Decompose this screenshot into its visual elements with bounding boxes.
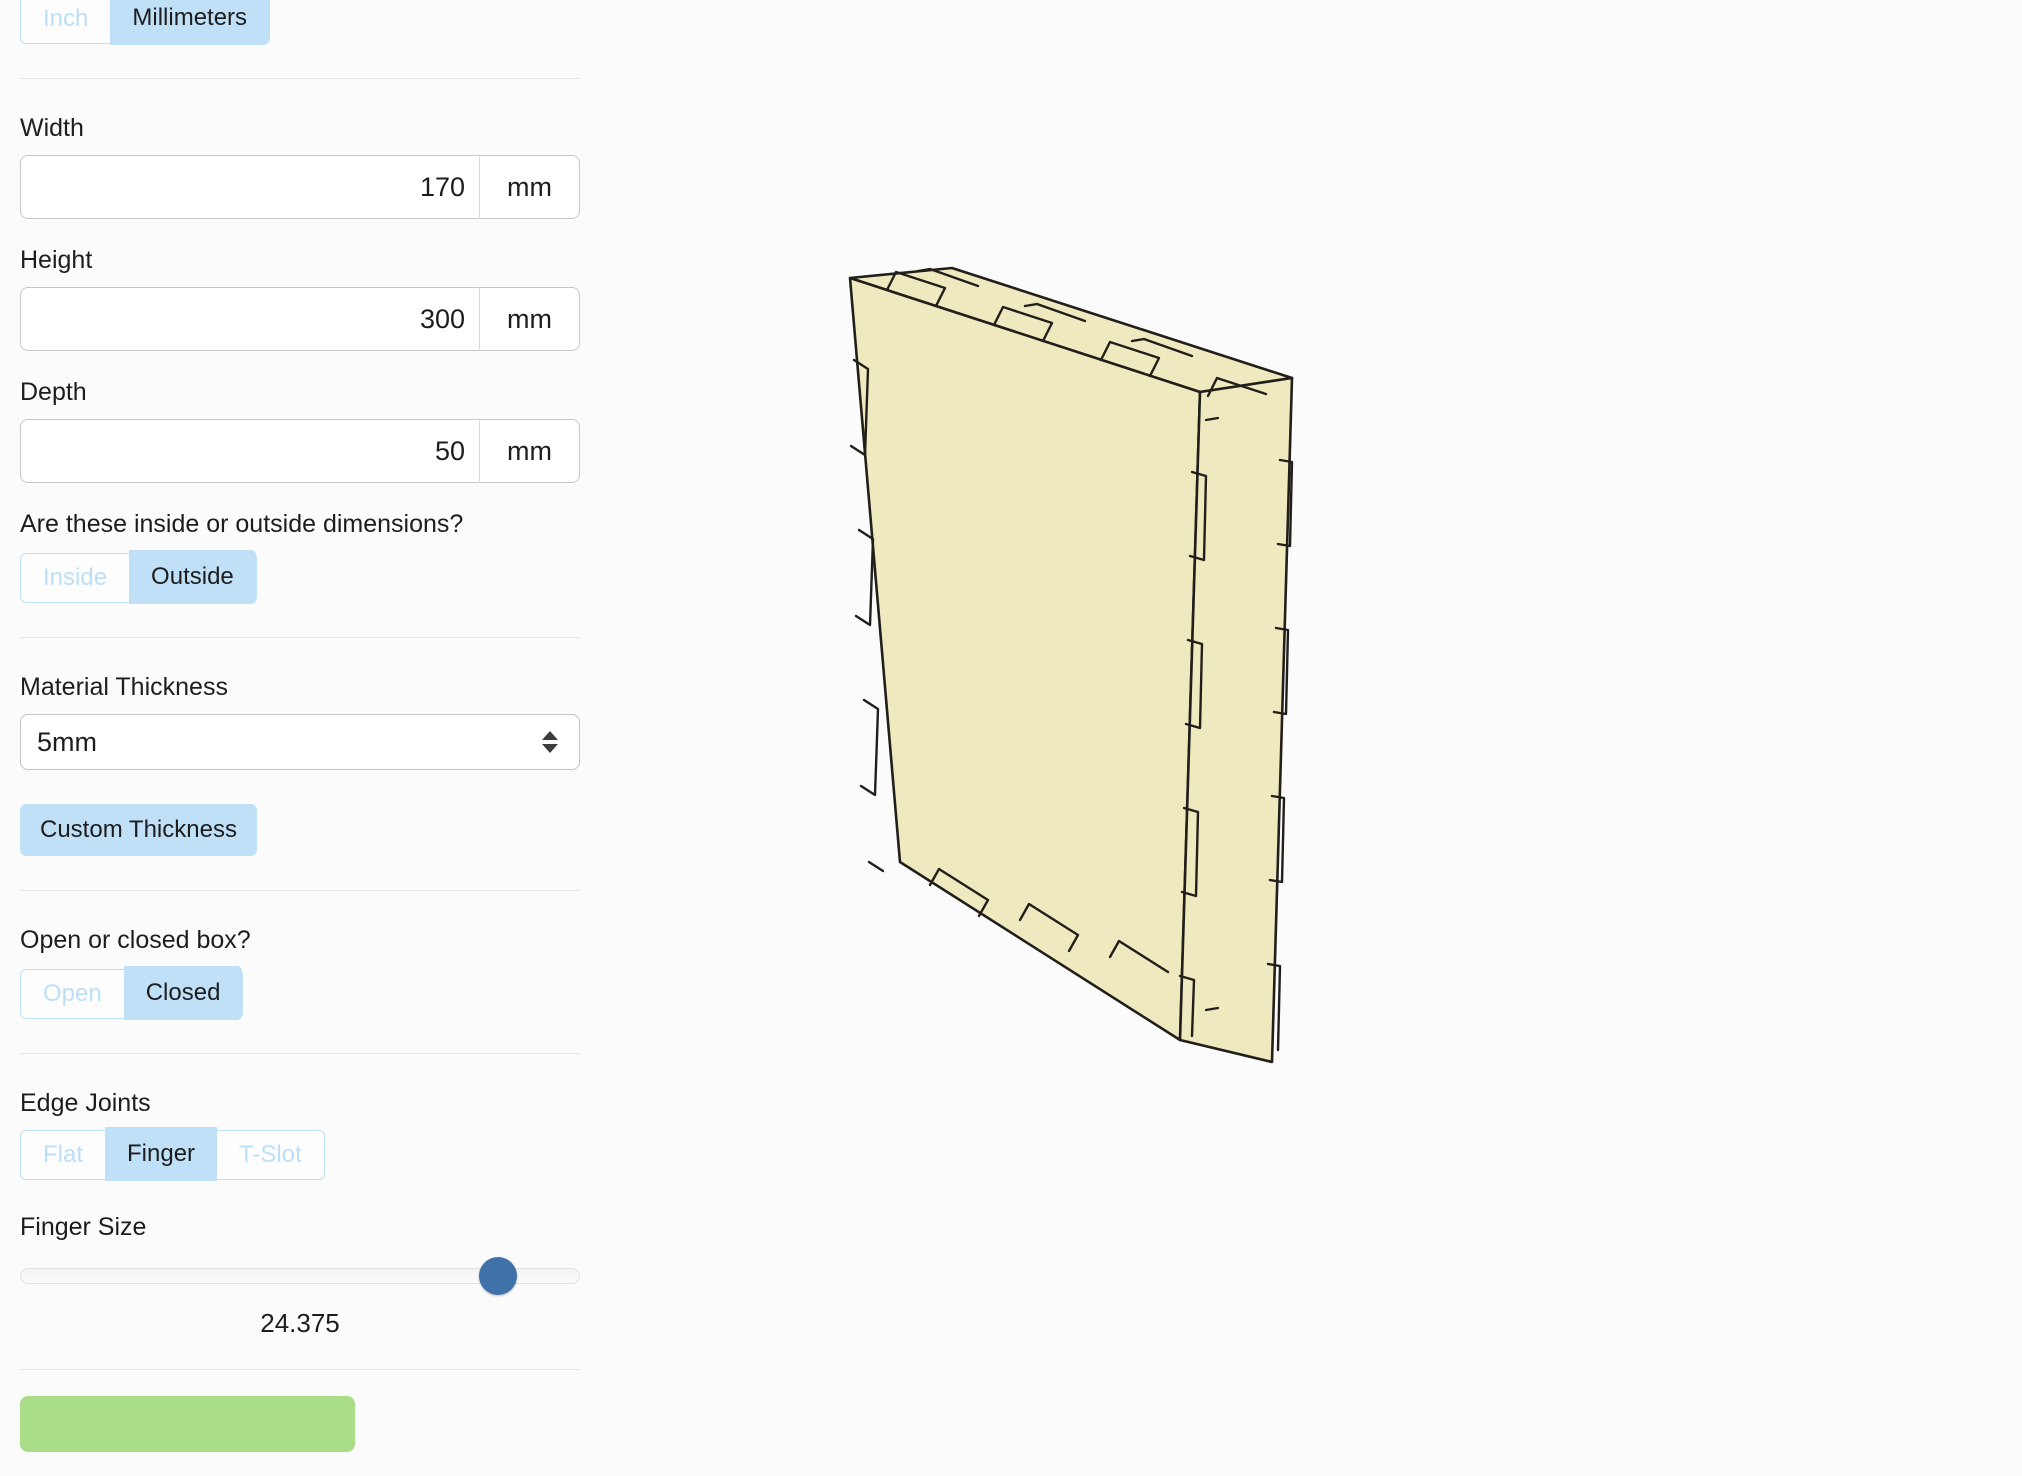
divider-units — [20, 78, 580, 79]
custom-thickness-button[interactable]: Custom Thickness — [20, 804, 257, 856]
material-thickness-label: Material Thickness — [20, 673, 228, 701]
box-face-front — [848, 276, 1202, 1042]
units-option-inch[interactable]: Inch — [21, 0, 110, 43]
finger-size-slider[interactable] — [20, 1254, 580, 1300]
open-closed-option-closed[interactable]: Closed — [123, 966, 243, 1020]
box-face-side — [1178, 376, 1294, 1064]
divider-open-closed — [20, 1053, 580, 1054]
edge-joints-option-finger[interactable]: Finger — [105, 1127, 218, 1181]
depth-unit-addon: mm — [480, 419, 580, 483]
settings-panel: Inch Millimeters Width mm Height mm — [0, 0, 600, 1476]
inside-outside-option-inside[interactable]: Inside — [21, 554, 129, 602]
field-width: Width mm — [20, 113, 580, 219]
box-3d-preview[interactable] — [600, 0, 2022, 1476]
finger-size-label: Finger Size — [20, 1213, 147, 1241]
open-closed-option-open[interactable]: Open — [21, 970, 124, 1018]
inside-outside-segmented-control[interactable]: Inside Outside — [20, 550, 257, 604]
divider-dimensions — [20, 637, 580, 638]
field-depth: Depth mm — [20, 377, 580, 483]
height-input[interactable] — [20, 287, 480, 351]
edge-joints-segmented-control[interactable]: Flat Finger T-Slot — [20, 1127, 325, 1181]
generate-button[interactable] — [20, 1396, 355, 1452]
edge-joints-option-flat[interactable]: Flat — [21, 1131, 105, 1179]
inside-outside-question: Are these inside or outside dimensions? — [20, 510, 464, 538]
divider-finger-size — [20, 1369, 580, 1370]
height-input-group[interactable]: mm — [20, 287, 580, 351]
material-thickness-select[interactable]: 5mm — [20, 714, 580, 770]
open-closed-segmented-control[interactable]: Open Closed — [20, 966, 244, 1020]
finger-size-slider-thumb[interactable] — [479, 1257, 518, 1295]
width-label: Width — [20, 114, 84, 142]
field-height: Height mm — [20, 245, 580, 351]
box-designer-app: Inch Millimeters Width mm Height mm — [0, 0, 2022, 1476]
open-closed-question: Open or closed box? — [20, 926, 251, 954]
height-unit-addon: mm — [480, 287, 580, 351]
width-unit-addon: mm — [480, 155, 580, 219]
depth-input-group[interactable]: mm — [20, 419, 580, 483]
width-input[interactable] — [20, 155, 480, 219]
divider-material — [20, 890, 580, 891]
depth-input[interactable] — [20, 419, 480, 483]
depth-label: Depth — [20, 378, 87, 406]
edge-joints-option-tslot[interactable]: T-Slot — [217, 1131, 324, 1179]
units-option-millimeters[interactable]: Millimeters — [110, 0, 270, 45]
preview-pane — [600, 0, 2022, 1476]
finger-size-value: 24.375 — [260, 1308, 340, 1338]
height-label: Height — [20, 246, 93, 274]
material-thickness-select-wrap[interactable]: 5mm — [20, 714, 580, 770]
width-input-group[interactable]: mm — [20, 155, 580, 219]
inside-outside-option-outside[interactable]: Outside — [129, 550, 256, 604]
edge-joints-label: Edge Joints — [20, 1089, 151, 1117]
units-segmented-control[interactable]: Inch Millimeters — [20, 0, 271, 45]
